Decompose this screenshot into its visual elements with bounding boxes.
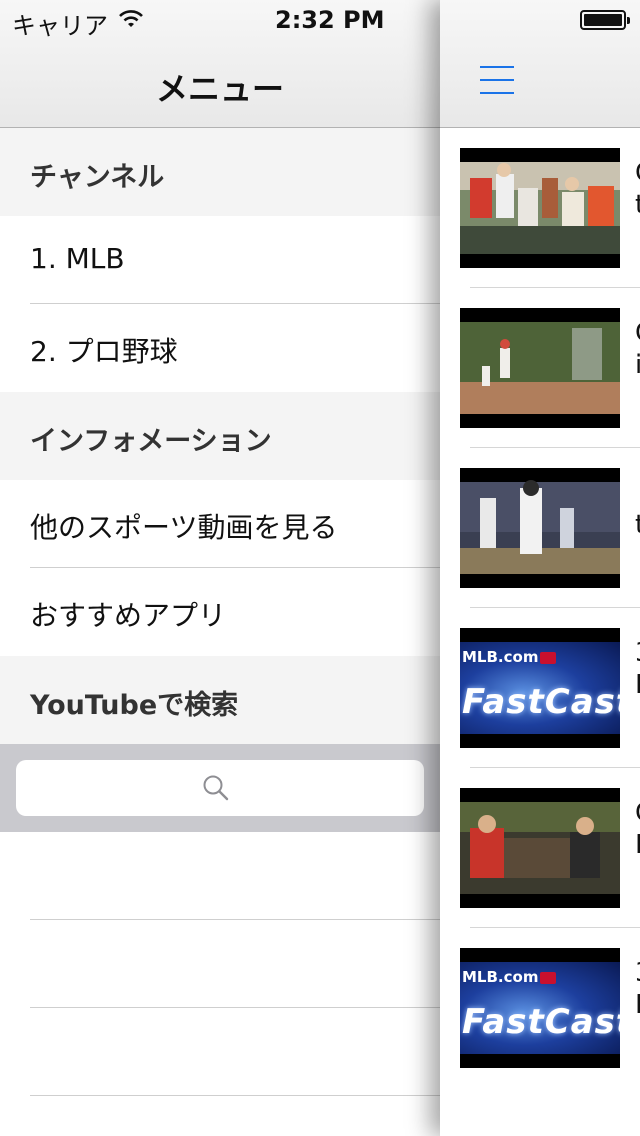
section-label: チャンネル (30, 162, 165, 193)
menu-title: メニュー (155, 70, 284, 108)
video-thumbnail (460, 788, 620, 908)
menu-item-label: 他のスポーツ動画を見る (30, 511, 338, 544)
section-header-youtube-search: YouTubeで検索 (0, 656, 440, 744)
video-title-line: t (635, 510, 640, 540)
section-header-information: インフォメーション (0, 392, 440, 480)
video-title-line: C (635, 158, 640, 188)
hamburger-menu-icon[interactable] (480, 66, 514, 96)
empty-row (0, 1008, 440, 1096)
status-time: 2:32 PM (275, 6, 385, 34)
fastcast-wordmark: FastCast (462, 1002, 620, 1042)
section-label: YouTubeで検索 (30, 690, 239, 721)
video-title-line: C (635, 798, 640, 828)
empty-row (0, 920, 440, 1008)
fastcast-graphic: MLB.com FastCast (460, 962, 620, 1054)
section-label: インフォメーション (30, 426, 272, 457)
menu-item-recommended-apps[interactable]: おすすめアプリ (0, 568, 440, 656)
section-header-channels: チャンネル (0, 128, 440, 216)
video-thumbnail (460, 468, 620, 588)
search-bar (0, 744, 440, 832)
video-list-item[interactable]: t (440, 448, 640, 608)
video-thumbnail (460, 148, 620, 268)
battery-icon (580, 10, 630, 30)
video-thumbnail (460, 308, 620, 428)
menu-item-label: おすすめアプリ (30, 599, 227, 632)
video-thumbnail: MLB.com FastCast (460, 948, 620, 1068)
video-title-line: i (635, 350, 640, 380)
video-list-item[interactable]: MLB.com FastCast 3 I (440, 608, 640, 768)
video-title-line: t (635, 190, 640, 220)
carrier-label: キャリア (12, 12, 108, 40)
video-title-line: 3 (635, 638, 640, 668)
video-title-line: C (635, 318, 640, 348)
menu-item-mlb[interactable]: 1. MLB (0, 216, 440, 304)
empty-row (0, 832, 440, 920)
video-list-item[interactable]: C i (440, 288, 640, 448)
mlb-logo: MLB.com (462, 648, 557, 666)
fastcast-graphic: MLB.com FastCast (460, 642, 620, 734)
wifi-icon (119, 10, 143, 27)
video-title-line: I (635, 830, 640, 860)
search-input[interactable] (16, 760, 424, 816)
status-bar: キャリア 2:32 PM (0, 0, 640, 40)
video-title-line: 3 (635, 958, 640, 988)
fastcast-wordmark: FastCast (462, 682, 620, 722)
video-title-line: I (635, 990, 640, 1020)
menu-item-label: 1. MLB (30, 242, 125, 275)
menu-item-label: 2. プロ野球 (30, 335, 178, 368)
search-icon (203, 775, 229, 801)
mlb-logo: MLB.com (462, 968, 557, 986)
main-content-panel: C t C i (440, 0, 640, 1136)
video-list-item[interactable]: C t (440, 128, 640, 288)
side-menu: メニュー チャンネル 1. MLB 2. プロ野球 インフォメーション 他のスポ… (0, 0, 440, 1136)
menu-item-other-sports[interactable]: 他のスポーツ動画を見る (0, 480, 440, 568)
video-list-item[interactable]: MLB.com FastCast 3 I (440, 928, 640, 1088)
video-thumbnail: MLB.com FastCast (460, 628, 620, 748)
menu-item-npb[interactable]: 2. プロ野球 (0, 304, 440, 392)
video-title-line: I (635, 670, 640, 700)
video-list-item[interactable]: C I (440, 768, 640, 928)
